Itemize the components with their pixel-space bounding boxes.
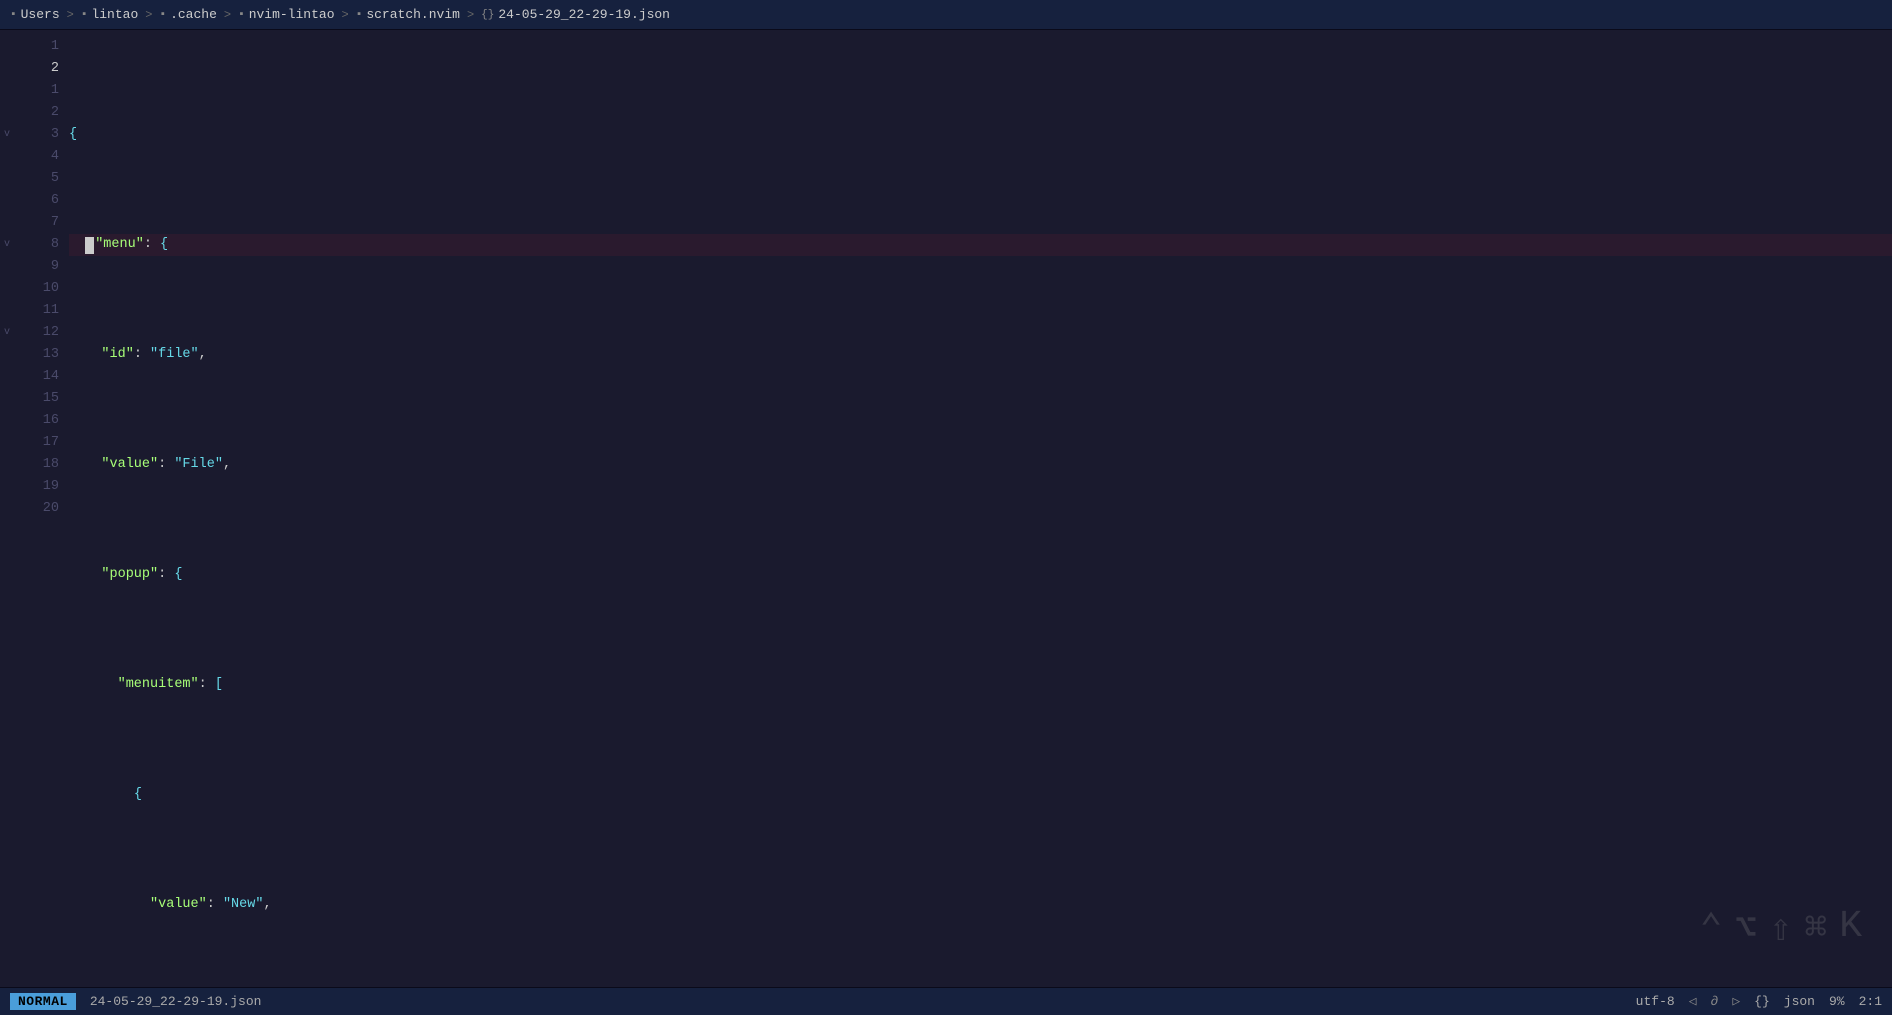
breadcrumb-scratch-nvim: scratch.nvim — [366, 7, 460, 22]
folder-icon: ▪ — [238, 9, 245, 21]
code-line: "value": "File", — [69, 454, 1892, 476]
status-filename: 24-05-29_22-29-19.json — [90, 994, 262, 1009]
line-num: 17 — [14, 432, 59, 454]
line-num: 9 — [14, 256, 59, 278]
status-position: 2:1 — [1859, 994, 1882, 1009]
line-num: 1 — [14, 80, 59, 102]
line-num: 3 — [14, 124, 59, 146]
line-num: 19 — [14, 476, 59, 498]
fold-indicator — [0, 36, 14, 58]
cursor — [85, 237, 94, 254]
ctrl-icon: ⌃ — [1700, 905, 1723, 952]
status-encoding: utf-8 — [1636, 994, 1675, 1009]
cmd-icon: ⌘ — [1804, 905, 1827, 952]
breadcrumb-filename: 24-05-29_22-29-19.json — [498, 7, 670, 22]
breadcrumb-lintao: lintao — [91, 7, 138, 22]
line-num: 1 — [14, 36, 59, 58]
breadcrumb-cache: .cache — [170, 7, 217, 22]
fold-indicator[interactable]: v — [0, 124, 14, 146]
fold-indicator — [0, 278, 14, 300]
editor[interactable]: v v v 1 2 1 2 3 4 5 — [0, 30, 1892, 987]
line-num: 4 — [14, 146, 59, 168]
shift-icon: ⇧ — [1769, 905, 1792, 952]
line-num: 15 — [14, 388, 59, 410]
fold-indicator — [0, 168, 14, 190]
breadcrumb-nvim-lintao: nvim-lintao — [249, 7, 335, 22]
line-numbers: 1 2 1 2 3 4 5 6 7 8 9 10 11 12 13 14 15 … — [14, 34, 69, 987]
fold-indicator — [0, 212, 14, 234]
line-num: 12 — [14, 322, 59, 344]
code-line: "menuitem": [ — [69, 674, 1892, 696]
fold-indicator — [0, 300, 14, 322]
key-hints: ⌃ ⌥ ⇧ ⌘ K — [1700, 905, 1862, 952]
line-num: 6 — [14, 190, 59, 212]
fold-indicator — [0, 146, 14, 168]
line-num: 11 — [14, 300, 59, 322]
fold-indicator — [0, 388, 14, 410]
fold-indicator — [0, 432, 14, 454]
line-num: 10 — [14, 278, 59, 300]
fold-indicator — [0, 80, 14, 102]
code-line: "popup": { — [69, 564, 1892, 586]
breadcrumb-users: Users — [21, 7, 60, 22]
fold-indicator — [0, 410, 14, 432]
enc-arrows-left: ◁ — [1689, 994, 1697, 1009]
code-line: { — [69, 124, 1892, 146]
enc-arrows-right: ▷ — [1732, 994, 1740, 1009]
line-num: 2 — [14, 102, 59, 124]
folder-icon: ▪ — [356, 9, 363, 21]
line-num: 18 — [14, 454, 59, 476]
fold-indicator — [0, 190, 14, 212]
fold-indicator[interactable]: v — [0, 322, 14, 344]
status-right: utf-8 ◁ ∂ ▷ {} json 9% 2:1 — [1636, 994, 1882, 1009]
status-delta: ∂ — [1711, 994, 1719, 1009]
line-num: 20 — [14, 498, 59, 520]
json-file-icon: {} — [481, 9, 494, 21]
fold-indicator[interactable]: v — [0, 234, 14, 256]
k-key: K — [1839, 905, 1862, 952]
fold-indicator — [0, 58, 14, 80]
line-num: 13 — [14, 344, 59, 366]
code-line: "id": "file", — [69, 344, 1892, 366]
breadcrumb: ▪ Users > ▪ lintao > ▪ .cache > ▪ nvim-l… — [10, 7, 670, 22]
fold-indicator — [0, 344, 14, 366]
code-line-active: "menu": { — [69, 234, 1892, 256]
mode-badge: NORMAL — [10, 993, 76, 1010]
folder-icon: ▪ — [81, 9, 88, 21]
line-num: 16 — [14, 410, 59, 432]
fold-indicator — [0, 366, 14, 388]
line-num: 5 — [14, 168, 59, 190]
status-percent: 9% — [1829, 994, 1845, 1009]
line-num: 8 — [14, 234, 59, 256]
fold-indicator — [0, 454, 14, 476]
line-num-current: 2 — [14, 58, 59, 80]
folder-icon: ▪ — [10, 9, 17, 21]
folder-icon: ▪ — [159, 9, 166, 21]
code-line: "value": "New", — [69, 894, 1892, 916]
code-line: { — [69, 784, 1892, 806]
fold-indicator — [0, 256, 14, 278]
status-format: {} — [1754, 994, 1770, 1009]
fold-column: v v v — [0, 34, 14, 987]
code-content[interactable]: { "menu": { "id": "file", "value": "File… — [69, 34, 1892, 987]
status-left: NORMAL 24-05-29_22-29-19.json — [10, 993, 261, 1010]
statusbar: NORMAL 24-05-29_22-29-19.json utf-8 ◁ ∂ … — [0, 987, 1892, 1015]
fold-indicator — [0, 102, 14, 124]
option-icon: ⌥ — [1735, 905, 1758, 952]
line-num: 7 — [14, 212, 59, 234]
line-num: 14 — [14, 366, 59, 388]
titlebar: ▪ Users > ▪ lintao > ▪ .cache > ▪ nvim-l… — [0, 0, 1892, 30]
status-filetype: json — [1784, 994, 1815, 1009]
